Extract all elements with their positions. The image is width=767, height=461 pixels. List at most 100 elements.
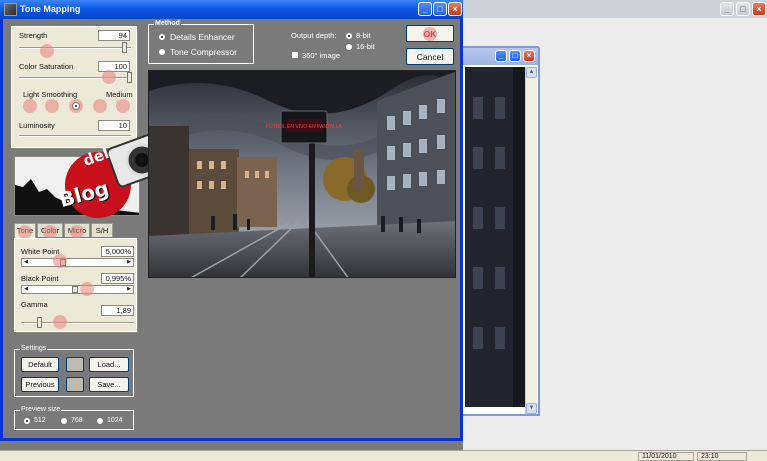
- luminosity-label: Luminosity: [19, 121, 55, 130]
- reset-icon-button[interactable]: [66, 357, 84, 372]
- parent-window-titlebar: _ □ ×: [463, 0, 767, 18]
- histogram: [14, 156, 140, 216]
- output-16bit-label: 16-bit: [356, 42, 375, 51]
- black-point-right-arrow[interactable]: ▶: [125, 286, 133, 293]
- minimize-button[interactable]: _: [418, 2, 432, 16]
- preview-512-label: 512: [34, 417, 46, 424]
- child-window-titlebar: _ □ ×: [462, 48, 538, 65]
- strength-highlight: [40, 44, 54, 58]
- tab-strip: Tone Color Micro S/H: [14, 223, 140, 239]
- gamma-label: Gamma: [21, 300, 48, 309]
- method-title: Method: [154, 20, 181, 27]
- luminosity-slider[interactable]: [19, 135, 131, 137]
- tab-tone-highlight: [18, 225, 32, 239]
- smoothing-option-2[interactable]: [45, 99, 59, 113]
- previous-button[interactable]: Previous: [21, 377, 59, 392]
- window-title: Tone Mapping: [20, 4, 81, 14]
- app-icon: [4, 3, 17, 16]
- close-button[interactable]: ×: [448, 2, 462, 16]
- details-enhancer-radio[interactable]: [158, 33, 166, 41]
- luminosity-value[interactable]: 10: [98, 120, 130, 131]
- gamma-value[interactable]: 1,89: [101, 305, 134, 316]
- undo-icon-button[interactable]: [66, 377, 84, 392]
- tone-mapping-dialog: Tone Mapping _ □ × Strength 94 Color Sat…: [0, 0, 463, 441]
- strength-value[interactable]: 94: [98, 30, 130, 41]
- parent-close-button[interactable]: ×: [752, 2, 766, 16]
- white-point-highlight: [53, 254, 67, 268]
- white-point-right-arrow[interactable]: ▶: [125, 259, 133, 266]
- saturation-value[interactable]: 100: [98, 61, 130, 72]
- tone-compressor-label: Tone Compressor: [170, 47, 238, 57]
- child-maximize-button[interactable]: □: [509, 50, 521, 62]
- strength-label: Strength: [19, 31, 48, 40]
- image-360-checkbox[interactable]: [291, 51, 299, 59]
- black-point-left-arrow[interactable]: ◀: [22, 286, 30, 293]
- preview-child-window: _ □ × ▲ ▼: [460, 46, 540, 416]
- output-depth-label: Output depth:: [291, 31, 337, 40]
- default-button[interactable]: Default: [21, 357, 59, 372]
- white-point-value[interactable]: 5,000%: [101, 246, 134, 257]
- load-button[interactable]: Load...: [89, 357, 129, 372]
- strength-slider[interactable]: [19, 47, 131, 49]
- saturation-slider-thumb[interactable]: [127, 72, 132, 83]
- child-vertical-scrollbar[interactable]: ▲ ▼: [525, 67, 537, 414]
- parent-minimize-button[interactable]: _: [720, 2, 734, 16]
- gamma-highlight: [53, 315, 67, 329]
- output-16bit-radio[interactable]: [345, 43, 353, 51]
- status-date: 11/01/2010: [638, 452, 694, 461]
- preview-size-title: Preview size: [20, 406, 62, 413]
- output-8bit-radio[interactable]: [345, 32, 353, 40]
- preview-1024-label: 1024: [107, 417, 123, 424]
- smoothing-option-5[interactable]: [116, 99, 130, 113]
- tab-micro-highlight: [70, 225, 84, 239]
- strength-slider-thumb[interactable]: [122, 42, 127, 53]
- child-minimize-button[interactable]: _: [495, 50, 507, 62]
- preview-1024-radio[interactable]: [96, 417, 104, 425]
- preview-768-label: 768: [71, 417, 83, 424]
- smoothing-selected-radio: [72, 102, 80, 110]
- method-group: Method Details Enhancer Tone Compressor: [148, 20, 254, 64]
- smoothing-option-4[interactable]: [93, 99, 107, 113]
- tone-controls-panel: Strength 94 Color Saturation 100 Light S…: [11, 26, 137, 148]
- preview-768-radio[interactable]: [60, 417, 68, 425]
- black-point-highlight: [80, 282, 94, 296]
- scroll-down-button[interactable]: ▼: [526, 403, 537, 414]
- tab-sh[interactable]: S/H: [91, 223, 113, 237]
- cancel-button[interactable]: Cancel: [406, 48, 454, 65]
- sign-led-text: FUTBOL EN VIVO EN PANTALLA: [266, 124, 342, 130]
- light-smoothing-level: Medium: [106, 90, 133, 99]
- black-point-thumb[interactable]: [72, 286, 78, 293]
- tone-tab-panel: White Point 5,000% ◀ ▶ Black Point 0,995…: [14, 238, 137, 332]
- preview-size-group: Preview size 512 768 1024: [14, 406, 134, 430]
- ok-highlight: [423, 27, 437, 41]
- saturation-highlight: [102, 70, 116, 84]
- image-360-label: 360° image: [302, 51, 341, 60]
- parent-maximize-button[interactable]: □: [736, 2, 750, 16]
- settings-title: Settings: [20, 345, 48, 352]
- black-point-scrollbar[interactable]: ◀ ▶: [21, 285, 134, 294]
- smoothing-option-3[interactable]: [69, 99, 83, 113]
- black-point-label: Black Point: [21, 274, 59, 283]
- white-point-scrollbar[interactable]: ◀ ▶: [21, 258, 134, 267]
- child-building-image: [465, 67, 525, 407]
- preview-512-radio[interactable]: [23, 417, 31, 425]
- child-close-button[interactable]: ×: [523, 50, 535, 62]
- status-time: 23:10: [697, 452, 747, 461]
- histogram-graph: [15, 179, 139, 215]
- scroll-up-button[interactable]: ▲: [526, 67, 537, 78]
- status-bar: 11/01/2010 23:10: [0, 450, 767, 461]
- details-enhancer-label: Details Enhancer: [170, 32, 235, 42]
- light-smoothing-label: Light Smoothing: [23, 90, 78, 99]
- black-point-value[interactable]: 0,995%: [101, 273, 134, 284]
- white-point-label: White Point: [21, 247, 60, 256]
- save-button[interactable]: Save...: [89, 377, 129, 392]
- preview-image: FUTBOL EN VIVO EN PANTALLA: [148, 70, 456, 278]
- hdr-street-photo: FUTBOL EN VIVO EN PANTALLA: [149, 71, 455, 277]
- gamma-slider-thumb[interactable]: [37, 317, 42, 328]
- white-point-left-arrow[interactable]: ◀: [22, 259, 30, 266]
- tone-compressor-radio[interactable]: [158, 48, 166, 56]
- dialog-titlebar: Tone Mapping _ □ ×: [0, 0, 463, 19]
- maximize-button[interactable]: □: [433, 2, 447, 16]
- tab-color-highlight: [43, 225, 57, 239]
- smoothing-option-1[interactable]: [23, 99, 37, 113]
